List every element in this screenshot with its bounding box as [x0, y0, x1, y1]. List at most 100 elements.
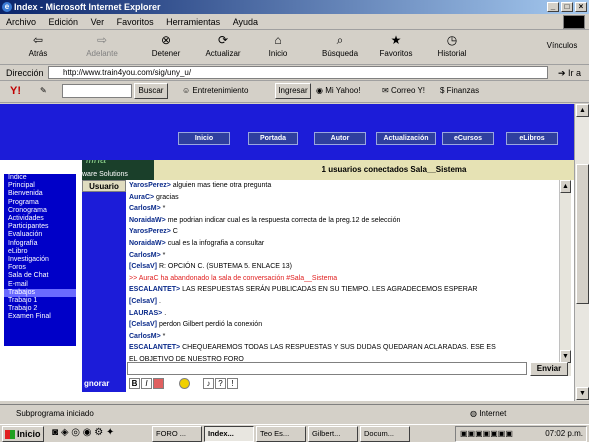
home-button[interactable]: ⌂ Inicio — [260, 33, 296, 58]
maximize-button[interactable]: □ — [561, 2, 573, 12]
sidebar-item-7[interactable]: Evaluación — [4, 231, 76, 239]
nav-autor[interactable]: Autor — [314, 132, 366, 145]
menu-herramientas[interactable]: Herramientas — [166, 17, 220, 27]
sidebar-item-11[interactable]: Foros — [4, 264, 76, 272]
chat-sender: [CelsaV] — [129, 263, 159, 271]
yahoo-search-input[interactable] — [62, 84, 132, 98]
sidebar-item-10[interactable]: Investigación — [4, 256, 76, 264]
sidebar-item-1[interactable]: Principal — [4, 182, 76, 190]
sidebar-item-13[interactable]: E-mail — [4, 281, 76, 289]
menu-edicion[interactable]: Edición — [49, 17, 79, 27]
user-list-panel — [82, 192, 126, 376]
search-icon: ⌕ — [336, 33, 344, 47]
chat-text: * — [162, 251, 166, 259]
standard-toolbar: ⇦ Atrás ⇨ Adelante ⊗ Detener ⟳ Actualizar ⌂ I… — [0, 31, 589, 65]
sidebar-item-17[interactable]: Examen Final — [4, 313, 76, 321]
yahoo-search-button[interactable]: Buscar — [134, 83, 168, 99]
myyahoo-link[interactable]: ◉ Mi Yahoo! — [316, 81, 360, 101]
chat-message: YarosPerez> C — [129, 226, 559, 238]
sidebar-item-8[interactable]: Infografía — [4, 240, 76, 248]
task-index[interactable]: Index... — [204, 426, 254, 442]
send-button[interactable]: Enviar — [530, 362, 568, 376]
chat-sender: [CelsaV] — [129, 297, 159, 305]
sidebar-item-0[interactable]: Indice — [4, 174, 76, 182]
menu-ver[interactable]: Ver — [91, 17, 105, 27]
bold-button[interactable]: B — [129, 378, 140, 389]
sidebar-item-12[interactable]: Sala de Chat — [4, 272, 76, 280]
nav-ecursos[interactable]: eCursos — [442, 132, 494, 145]
sidebar-item-15[interactable]: Trabajo 1 — [4, 297, 76, 305]
chat-message: CarlosM> * — [129, 203, 559, 215]
nav-inicio[interactable]: Inicio — [178, 132, 230, 145]
tray-icons[interactable]: ▣▣▣▣▣▣▣ — [460, 427, 513, 441]
menu-archivo[interactable]: Archivo — [6, 17, 36, 27]
connected-users-header: 1 usuarios conectados Sala__Sistema — [154, 160, 574, 180]
chat-message: NoraidaW> me podrian indicar cual es la … — [129, 215, 559, 227]
ignore-button[interactable]: gnorar — [82, 376, 126, 392]
scroll-down-icon[interactable]: ▼ — [576, 387, 589, 400]
menu-ayuda[interactable]: Ayuda — [233, 17, 258, 27]
user-tab[interactable]: Usuario — [82, 180, 126, 192]
address-input[interactable]: http://www.train4you.com/sig/uny_u/ — [48, 66, 548, 79]
address-bar: Dirección http://www.train4you.com/sig/u… — [0, 65, 589, 81]
sidebar-item-2[interactable]: Bienvenida — [4, 190, 76, 198]
chat-sender: ESCALANTET> — [129, 286, 183, 294]
close-button[interactable]: × — [575, 2, 587, 12]
favorites-button[interactable]: ★ Favoritos — [374, 33, 418, 58]
back-button[interactable]: ⇦ Atrás — [18, 33, 58, 58]
page-scrollbar[interactable]: ▲ ▼ — [574, 104, 589, 401]
scroll-thumb[interactable] — [576, 164, 589, 304]
status-text: Subprograma iniciado — [16, 409, 94, 418]
task-teo[interactable]: Teo Es... — [256, 426, 306, 442]
mail-link[interactable]: ✉ Correo Y! — [382, 81, 425, 101]
quick-launch-icons[interactable]: ◙ ◈ ◎ ◉ ⚙ ✦ — [52, 425, 114, 441]
chat-sender: LAURAS> — [129, 309, 165, 317]
chat-text: alguien mas tiene otra pregunta — [172, 182, 272, 189]
chat-message: YarosPerez> alguien mas tiene otra pregu… — [129, 180, 559, 192]
italic-button[interactable]: I — [141, 378, 152, 389]
sidebar-item-3[interactable]: Programa — [4, 199, 76, 207]
chat-scroll-up-icon[interactable]: ▲ — [560, 180, 571, 193]
finance-link[interactable]: $ Finanzas — [440, 81, 479, 101]
sidebar-item-16[interactable]: Trabajo 2 — [4, 305, 76, 313]
chat-message-input[interactable] — [127, 362, 527, 375]
chat-scrollbar[interactable]: ▲ ▼ — [559, 180, 571, 376]
menu-favoritos[interactable]: Favoritos — [117, 17, 154, 27]
stop-button[interactable]: ⊗ Detener — [146, 33, 186, 58]
go-button[interactable]: ➔ Ir a — [558, 65, 581, 81]
chat-sender: CarlosM> — [129, 205, 163, 213]
clock: 07:02 p.m. — [545, 429, 583, 438]
sidebar-item-4[interactable]: Cronograma — [4, 207, 76, 215]
pencil-icon[interactable]: ✎ — [40, 81, 47, 101]
sidebar-item-9[interactable]: eLibro — [4, 248, 76, 256]
task-foro[interactable]: FORO ... — [152, 426, 202, 442]
search-button[interactable]: ⌕ Búsqueda — [318, 33, 362, 58]
chat-text: . — [158, 297, 161, 305]
nav-portada[interactable]: Portada — [248, 132, 298, 145]
stop-icon: ⊗ — [160, 33, 172, 47]
minimize-button[interactable]: _ — [547, 2, 559, 12]
sidebar-item-14[interactable]: Trabajos — [4, 288, 76, 298]
scroll-up-icon[interactable]: ▲ — [576, 104, 589, 117]
color-button[interactable] — [153, 378, 164, 389]
nav-elibros[interactable]: eLibros — [506, 132, 558, 145]
history-button[interactable]: ◷ Historial — [430, 33, 474, 58]
sidebar-item-5[interactable]: Actividades — [4, 215, 76, 223]
forward-button[interactable]: ⇨ Adelante — [80, 33, 124, 58]
info-icon[interactable]: ! — [227, 378, 238, 389]
start-button[interactable]: Inicio — [2, 426, 44, 442]
task-gilbert[interactable]: Gilbert... — [308, 426, 358, 442]
nav-actualizacion[interactable]: Actualización — [376, 132, 436, 145]
task-docum[interactable]: Docum... — [360, 426, 410, 442]
links-button[interactable]: Vínculos — [540, 41, 584, 50]
home-icon: ⌂ — [274, 33, 282, 47]
help-icon[interactable]: ? — [215, 378, 226, 389]
yahoo-logo-icon[interactable]: Y! — [10, 81, 21, 101]
login-button[interactable]: Ingresar — [275, 83, 311, 99]
smiley-icon[interactable] — [179, 378, 190, 389]
chat-sender: NoraidaW> — [129, 239, 168, 247]
refresh-button[interactable]: ⟳ Actualizar — [200, 33, 246, 58]
sound-icon[interactable]: ♪ — [203, 378, 214, 389]
entertainment-link[interactable]: ☺ Entretenimiento — [182, 81, 248, 101]
sidebar-item-6[interactable]: Participantes — [4, 223, 76, 231]
